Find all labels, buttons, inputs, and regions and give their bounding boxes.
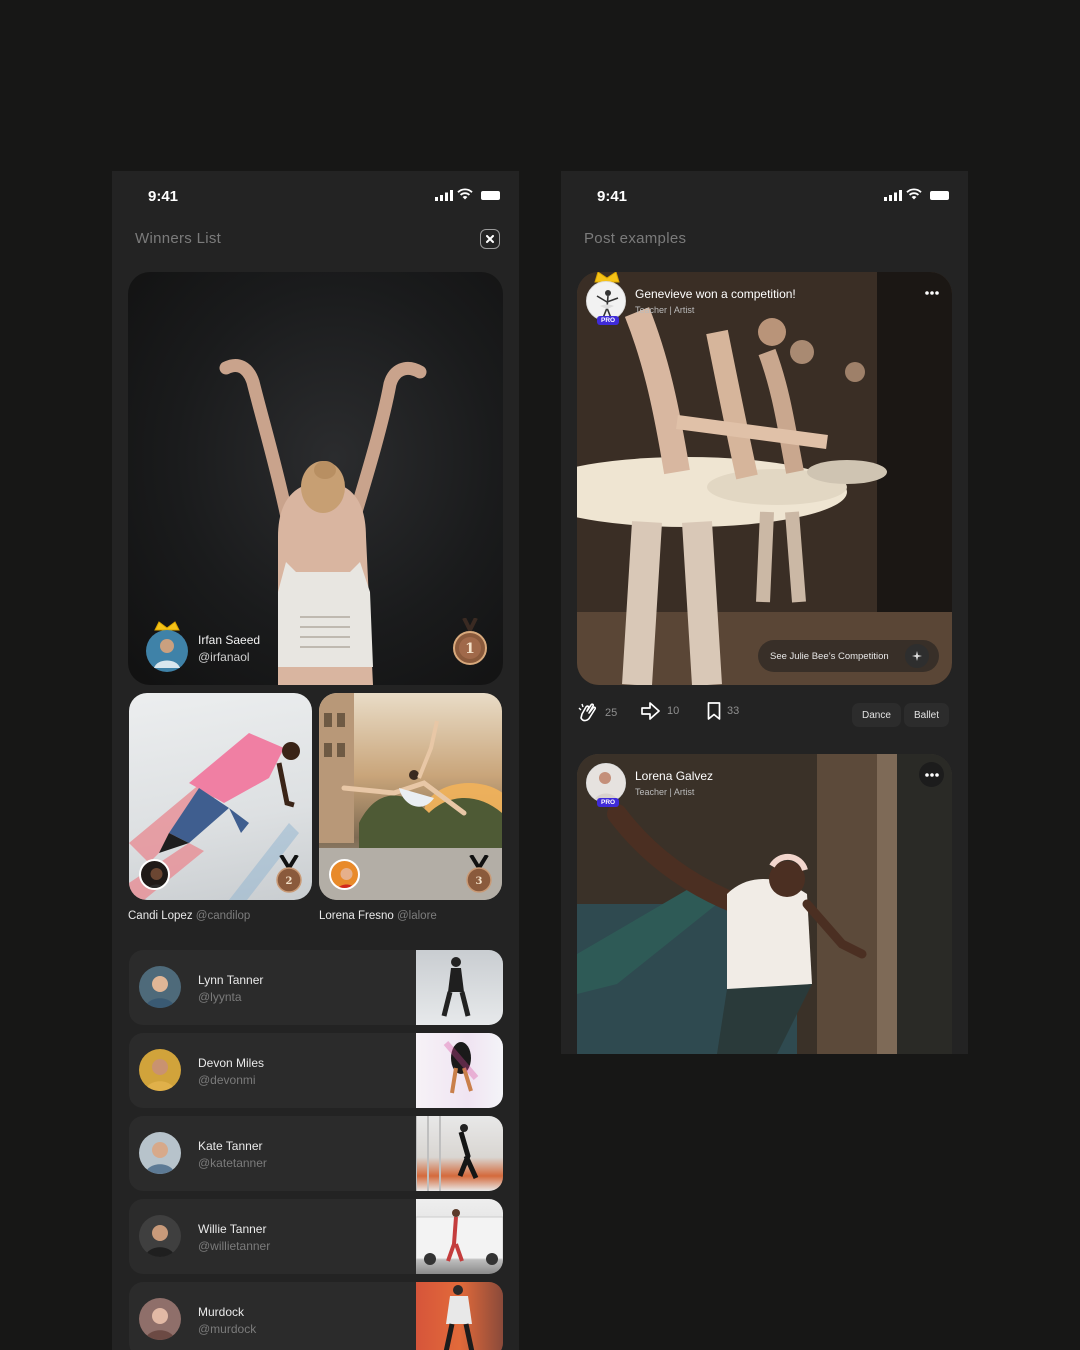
wifi-icon [457,188,473,200]
first-place-card[interactable]: Irfan Saeed @irfanaol 1 [128,272,503,685]
tag-dance[interactable]: Dance [852,703,901,727]
list-avatar [139,1132,181,1174]
save-button[interactable]: 33 [707,702,739,720]
list-thumbnail [416,1116,503,1191]
second-place-avatar [139,859,170,890]
battery-icon [481,191,500,200]
status-time: 9:41 [597,188,628,205]
close-icon [486,235,494,243]
list-thumbnail [416,1282,503,1350]
second-place-handle: @candilop [195,910,251,922]
post-subtitle: Teacher | Artist [635,305,695,315]
list-item[interactable]: Kate Tanner @katetanner [129,1116,503,1191]
first-place-handle: @irfanaol [198,650,250,664]
winner-avatar-with-crown [146,621,188,672]
save-count: 33 [727,705,740,717]
list-name: Lynn Tanner [198,973,264,987]
clap-count: 25 [605,707,618,719]
screen-title: Winners List [135,230,222,247]
stretching-dancer-photo [577,754,952,1054]
ballet-class-photo [577,272,952,685]
list-item[interactable]: Devon Miles @devonmi [129,1033,503,1108]
share-count: 10 [667,705,680,717]
list-avatar [139,1298,181,1340]
post-title: Genevieve won a competition! [635,287,796,301]
cellular-signal-icon [884,190,902,201]
list-item[interactable]: Murdock @murdock [129,1282,503,1350]
list-handle: @lyynta [198,990,242,1004]
list-handle: @devonmi [198,1073,256,1087]
list-name: Murdock [198,1305,245,1319]
post-examples-screen: 9:41 Post examples PRO Genevieve won a c… [561,171,968,1054]
list-thumbnail [416,1033,503,1108]
second-place-name: Candi Lopez [128,910,193,922]
list-name: Devon Miles [198,1056,265,1070]
third-place-card[interactable]: 3 [319,693,502,900]
pro-badge: PRO [597,316,620,325]
list-handle: @katetanner [198,1156,267,1170]
list-avatar [139,1215,181,1257]
share-arrow-icon [641,702,660,720]
post-subtitle: Teacher | Artist [635,787,695,797]
post-actions-bar: 25 10 33 Dance Ballet [577,699,952,729]
medal-second-icon: 2 [276,855,302,893]
list-name: Willie Tanner [198,1222,267,1236]
post-card[interactable]: PRO Lorena Galvez Teacher | Artist [577,754,952,1054]
third-place-name: Lorena Fresno [319,910,394,922]
second-place-card[interactable]: 2 [129,693,312,900]
third-place-avatar [329,859,360,890]
third-place-label: Lorena Fresno @lalore [319,910,437,922]
third-place-handle: @lalore [397,910,437,922]
clap-button[interactable]: 25 [577,702,617,724]
winners-list-screen: 9:41 Winners List Irfan Saeed @irfanaol … [112,171,519,1350]
clap-icon [578,703,597,722]
battery-icon [930,191,949,200]
list-handle: @murdock [198,1322,257,1336]
medal-first-icon: 1 [453,618,487,665]
more-options-button[interactable] [919,280,944,305]
svg-text:1: 1 [465,641,475,657]
pro-badge: PRO [597,798,620,807]
list-avatar [139,1049,181,1091]
post-card[interactable]: PRO Genevieve won a competition! Teacher… [577,272,952,685]
see-competition-label: See Julie Bee’s Competition [770,650,889,662]
close-button[interactable] [480,229,500,249]
tag-ballet[interactable]: Ballet [904,703,950,727]
list-thumbnail [416,1199,503,1274]
list-avatar [139,966,181,1008]
second-place-label: Candi Lopez @candilop [128,910,250,922]
medal-third-icon: 3 [466,855,492,893]
list-item[interactable]: Lynn Tanner @lyynta [129,950,503,1025]
first-place-name: Irfan Saeed [198,633,261,647]
more-options-button[interactable] [919,762,944,787]
status-time: 9:41 [148,188,179,205]
list-name: Kate Tanner [198,1139,263,1153]
cellular-signal-icon [435,190,453,201]
screen-title: Post examples [584,230,687,247]
post-author-avatar [586,763,626,803]
share-button[interactable]: 10 [641,702,679,720]
post-author-avatar [586,281,626,321]
compass-icon [905,644,929,668]
svg-text:2: 2 [286,876,293,887]
post-title: Lorena Galvez [635,769,714,783]
list-thumbnail [416,950,503,1025]
svg-text:3: 3 [476,876,483,887]
status-bar: 9:41 [112,171,519,221]
crown-icon [154,621,180,631]
see-competition-button[interactable]: See Julie Bee’s Competition [758,640,939,672]
list-handle: @willietanner [198,1239,271,1253]
more-icon [924,290,939,295]
list-item[interactable]: Willie Tanner @willietanner [129,1199,503,1274]
status-bar: 9:41 [561,171,968,221]
more-icon [924,772,939,777]
wifi-icon [906,188,922,200]
bookmark-icon [707,702,721,720]
